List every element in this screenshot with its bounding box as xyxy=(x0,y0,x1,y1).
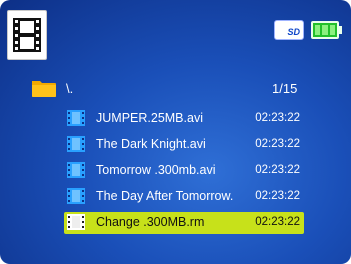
film-icon xyxy=(13,18,41,52)
file-row[interactable]: The Dark Knight.avi 02:23:22 xyxy=(64,134,304,156)
file-name: Change .300MB.rm xyxy=(96,215,205,229)
file-name: Tomorrow .300mb.avi xyxy=(96,163,216,177)
video-file-icon xyxy=(67,136,85,152)
video-file-icon xyxy=(67,214,85,230)
folder-icon xyxy=(32,81,56,97)
media-browser-screen: SD \. 1/15 JUMPER.25MB.avi 02:23:22 The Da… xyxy=(0,0,351,264)
file-name: The Dark Knight.avi xyxy=(96,137,206,151)
video-file-icon xyxy=(67,162,85,178)
file-row[interactable]: Change .300MB.rm 02:23:22 xyxy=(64,212,304,234)
sd-card-label: SD xyxy=(287,27,300,37)
file-duration: 02:23:22 xyxy=(255,138,300,150)
category-tile xyxy=(7,10,47,60)
file-row[interactable]: The Day After Tomorrow. 02:23:22 xyxy=(64,186,304,208)
file-duration: 02:23:22 xyxy=(255,112,300,124)
file-duration: 02:23:22 xyxy=(255,216,300,228)
file-duration: 02:23:22 xyxy=(255,190,300,202)
battery-tip xyxy=(339,26,342,34)
file-row[interactable]: Tomorrow .300mb.avi 02:23:22 xyxy=(64,160,304,182)
file-row[interactable]: JUMPER.25MB.avi 02:23:22 xyxy=(64,108,304,130)
file-duration: 02:23:22 xyxy=(255,164,300,176)
file-name: The Day After Tomorrow. xyxy=(96,189,234,203)
current-path: \. xyxy=(66,81,74,96)
page-counter: 1/15 xyxy=(272,81,298,96)
video-file-icon xyxy=(67,188,85,204)
video-file-icon xyxy=(67,110,85,126)
file-name: JUMPER.25MB.avi xyxy=(96,111,203,125)
sd-card-icon: SD xyxy=(274,20,304,40)
battery-full-icon xyxy=(311,21,339,39)
